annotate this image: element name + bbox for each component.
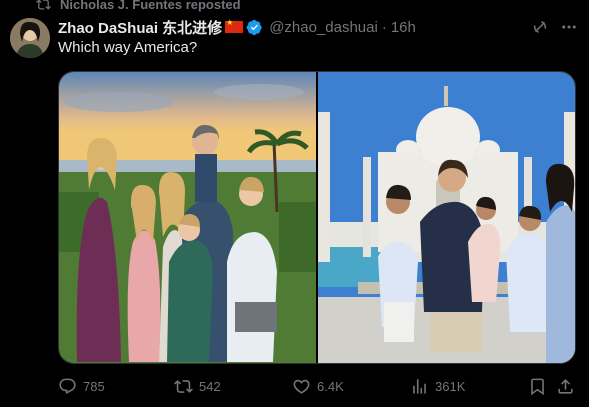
timestamp[interactable]: 16h [391, 19, 416, 36]
repost-text: Nicholas J. Fuentes reposted [60, 0, 241, 12]
reply-icon [59, 378, 76, 394]
heart-icon [293, 379, 310, 394]
like-count: 6.4K [317, 378, 344, 394]
share-button[interactable] [556, 374, 575, 398]
family-beach-photo[interactable] [59, 72, 316, 363]
grok-icon[interactable] [531, 18, 549, 36]
tweet-header: Zhao DaShuai 东北进修 @zhao_dashuai · 16h [58, 16, 416, 38]
handle[interactable]: @zhao_dashuai [269, 19, 378, 36]
display-name[interactable]: Zhao DaShuai 东北进修 [58, 17, 222, 38]
repost-context[interactable]: Nicholas J. Fuentes reposted [36, 0, 241, 12]
reply-count: 785 [83, 378, 105, 394]
repost-icon [174, 379, 193, 393]
bookmark-icon [531, 378, 544, 395]
action-bar: 785 542 6.4K 361K [58, 374, 578, 398]
views-button[interactable]: 361K [410, 374, 465, 398]
reply-button[interactable]: 785 [58, 374, 105, 398]
china-flag-icon [225, 18, 244, 33]
family-taj-mahal-photo[interactable] [318, 72, 575, 363]
views-count: 361K [435, 378, 466, 394]
verified-badge-icon[interactable] [246, 19, 263, 36]
repost-button[interactable]: 542 [174, 374, 221, 398]
tweet-text: Which way America? [58, 39, 198, 56]
repost-count: 542 [199, 378, 221, 394]
like-button[interactable]: 6.4K [292, 374, 344, 398]
avatar[interactable] [10, 18, 50, 58]
share-icon [558, 378, 573, 394]
repost-icon [36, 0, 51, 10]
more-icon[interactable] [559, 18, 579, 36]
bookmark-button[interactable] [528, 374, 547, 398]
separator-dot: · [381, 18, 387, 36]
views-icon [413, 378, 426, 394]
media-grid [58, 71, 576, 364]
